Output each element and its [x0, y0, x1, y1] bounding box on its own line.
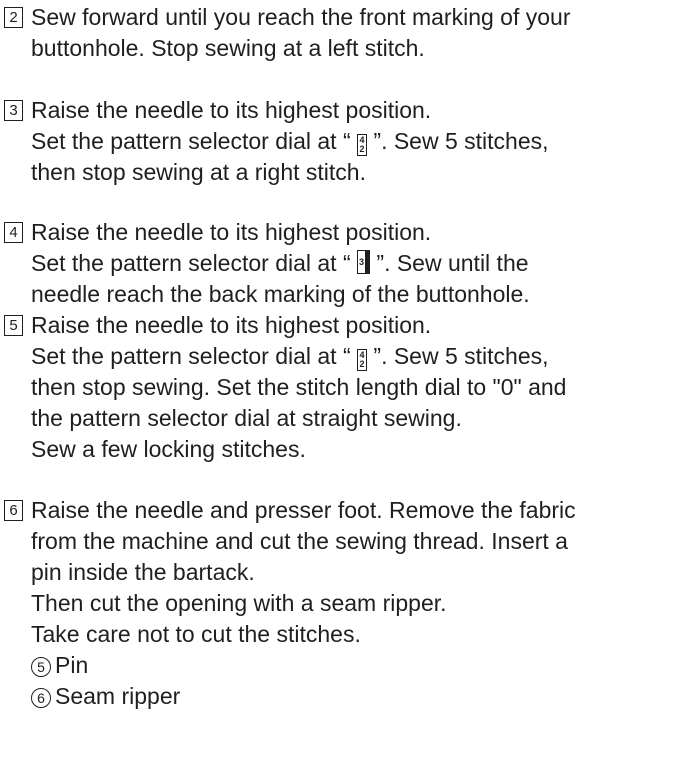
step-number-box: 6 — [4, 500, 23, 521]
instruction-line: Set the pattern selector dial at “ 3 ”. … — [31, 248, 684, 279]
reference-label: Pin — [55, 652, 89, 678]
step-5: 5 Raise the needle to its highest positi… — [4, 310, 684, 465]
instruction-text: Set the pattern selector dial at “ — [31, 128, 351, 154]
instruction-text: Set the pattern selector dial at “ — [31, 343, 351, 369]
instruction-line: Raise the needle to its highest position… — [31, 97, 432, 123]
step-number-box: 5 — [4, 315, 23, 336]
symbol-digit: 2 — [359, 359, 365, 369]
instruction-line: Raise the needle to its highest position… — [31, 219, 432, 245]
bartack-pattern-symbol: 4 2 — [357, 349, 368, 371]
step-number-box: 3 — [4, 100, 23, 121]
instruction-line: then stop sewing. Set the stitch length … — [31, 374, 567, 400]
instruction-text: Set the pattern selector dial at “ — [31, 250, 351, 276]
step-number-box: 4 — [4, 222, 23, 243]
instruction-text: ”. Sew until the — [376, 250, 529, 276]
instruction-text: ”. Sew 5 stitches, — [373, 128, 549, 154]
instruction-line: Raise the needle to its highest position… — [31, 312, 432, 338]
instruction-line: buttonhole. Stop sewing at a left stitch… — [31, 35, 425, 61]
instruction-line: the pattern selector dial at straight se… — [31, 405, 462, 431]
instruction-line: Take care not to cut the stitches. — [31, 621, 361, 647]
instruction-line: Set the pattern selector dial at “ 4 2 ”… — [31, 126, 684, 157]
step-number-box: 2 — [4, 7, 23, 28]
instruction-line: then stop sewing at a right stitch. — [31, 159, 366, 185]
symbol-bar — [365, 251, 370, 273]
left-side-pattern-symbol: 3 — [357, 250, 371, 274]
instruction-line: needle reach the back marking of the but… — [31, 281, 530, 307]
reference-label: Seam ripper — [55, 683, 181, 709]
instruction-line: from the machine and cut the sewing thre… — [31, 528, 568, 554]
instruction-line: Sew a few locking stitches. — [31, 436, 306, 462]
instruction-line: Sew forward until you reach the front ma… — [31, 4, 571, 30]
step-6: 6 Raise the needle and presser foot. Rem… — [4, 495, 684, 712]
instruction-line: Then cut the opening with a seam ripper. — [31, 590, 447, 616]
circled-number: 5 — [31, 657, 51, 677]
symbol-digit: 3 — [359, 257, 365, 267]
instruction-line: Set the pattern selector dial at “ 4 2 ”… — [31, 341, 684, 372]
reference-item-pin: 5 Pin — [31, 650, 684, 681]
reference-item-seam-ripper: 6 Seam ripper — [31, 681, 684, 712]
step-3: 3 Raise the needle to its highest positi… — [4, 95, 684, 188]
step-4: 4 Raise the needle to its highest positi… — [4, 217, 684, 310]
instruction-text: ”. Sew 5 stitches, — [373, 343, 549, 369]
step-2: 2 Sew forward until you reach the front … — [4, 2, 684, 64]
instruction-line: pin inside the bartack. — [31, 559, 255, 585]
instruction-line: Raise the needle and presser foot. Remov… — [31, 497, 576, 523]
symbol-digit: 2 — [359, 144, 365, 154]
circled-number: 6 — [31, 688, 51, 708]
bartack-pattern-symbol: 4 2 — [357, 134, 368, 156]
